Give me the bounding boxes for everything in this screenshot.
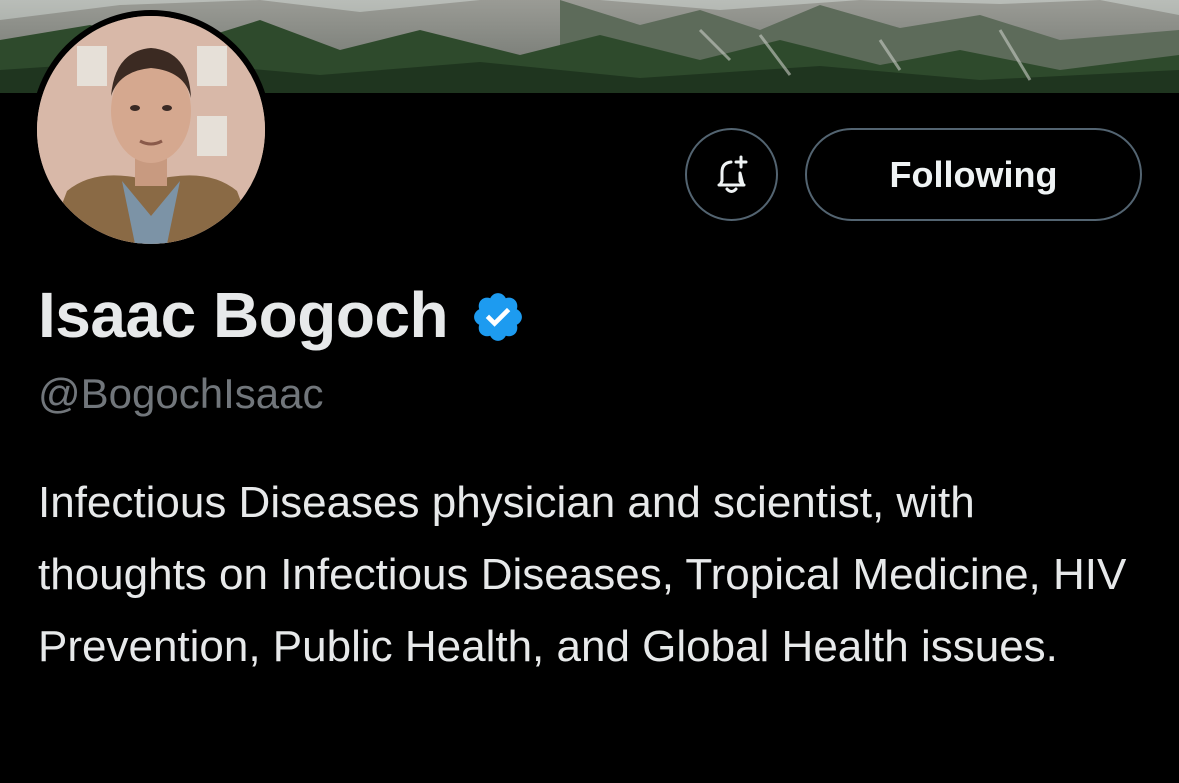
profile-bio: Infectious Diseases physician and scient… (38, 478, 1127, 671)
user-handle: @BogochIsaac (38, 370, 324, 417)
display-name: Isaac Bogoch (38, 279, 449, 351)
name-row: Isaac Bogoch (38, 278, 526, 352)
following-button[interactable]: Following (805, 128, 1142, 221)
notifications-button[interactable] (685, 128, 778, 221)
verified-badge-icon (474, 293, 523, 341)
bell-plus-icon (717, 155, 747, 193)
avatar[interactable] (31, 10, 271, 250)
avatar-image (37, 16, 265, 244)
